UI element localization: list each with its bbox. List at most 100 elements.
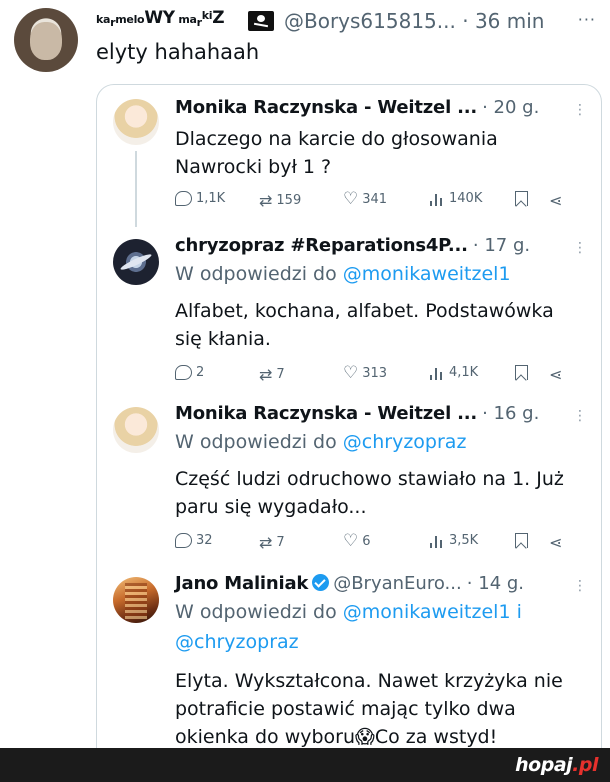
retweet-count: 7 — [276, 367, 285, 382]
mention-link[interactable]: @chryzopraz — [343, 431, 467, 453]
bookmark-icon — [515, 365, 528, 380]
retweet-button[interactable]: ⇄ 7 — [259, 365, 285, 384]
display-name[interactable]: karmeloWY markiZ — [96, 8, 225, 29]
author-name[interactable]: Monika Raczynska - Weitzel ... — [175, 403, 477, 424]
share-button[interactable]: ⋖ — [549, 365, 562, 384]
text-line: Dlaczego na karcie do głosowania — [175, 128, 498, 150]
reply-button[interactable]: 2 — [175, 365, 204, 380]
reply-count: 1,1K — [196, 191, 226, 206]
avatar[interactable] — [113, 99, 159, 145]
name-part: ki — [201, 9, 213, 22]
like-icon: ♡ — [343, 363, 359, 383]
tweet-header: Monika Raczynska - Weitzel ... · 16 g. — [175, 403, 589, 431]
views-button[interactable]: 140K — [429, 191, 482, 206]
bookmark-icon — [515, 191, 528, 206]
views-button[interactable]: 4,1K — [429, 365, 478, 380]
text-line: okienka do wyboru😱Co za wstyd! — [175, 726, 498, 748]
timestamp[interactable]: · 16 g. — [482, 403, 539, 424]
author-name[interactable]: Monika Raczynska - Weitzel ... — [175, 97, 477, 118]
like-icon: ♡ — [343, 189, 359, 209]
handle[interactable]: @BryanEuro... — [333, 573, 462, 594]
views-icon — [429, 192, 445, 206]
avatar[interactable] — [113, 577, 159, 623]
share-icon: ⋖ — [549, 533, 563, 552]
reply-prefix: W odpowiedzi do — [175, 601, 343, 623]
handle[interactable]: @Borys615815... — [284, 9, 456, 33]
share-button[interactable]: ⋖ — [549, 533, 562, 552]
retweet-button[interactable]: ⇄ 7 — [259, 533, 285, 552]
views-button[interactable]: 3,5K — [429, 533, 478, 548]
share-button[interactable]: ⋖ — [549, 191, 562, 210]
tweet-actions: 32 ⇄ 7 ♡ 6 3,5K ⋖ — [175, 533, 589, 557]
avatar[interactable] — [14, 8, 78, 72]
tweet-header: Monika Raczynska - Weitzel ... · 20 g. — [175, 97, 589, 125]
share-icon: ⋖ — [549, 365, 563, 384]
timestamp[interactable]: 36 min — [475, 9, 545, 33]
name-part: WY — [144, 8, 175, 28]
tweet-actions: 2 ⇄ 7 ♡ 313 4,1K ⋖ — [175, 365, 589, 389]
tweet-text: Alfabet, kochana, alfabet. Podstawówka s… — [175, 297, 587, 353]
views-count: 4,1K — [449, 365, 479, 380]
tweet-text: Elyta. Wykształcona. Nawet krzyżyka nie … — [175, 667, 587, 751]
reply-context-continued: @chryzopraz — [175, 631, 589, 653]
text-line: potraficie postawić mając tylko dwa — [175, 698, 516, 720]
like-icon: ♡ — [343, 531, 359, 551]
reply-prefix: W odpowiedzi do — [175, 431, 343, 453]
author-name[interactable]: chryzopraz #Reparations4P... — [175, 235, 468, 256]
more-icon[interactable]: ⋮ — [573, 409, 587, 423]
watermark-bar: hopaj.pl — [0, 748, 610, 782]
avatar[interactable] — [113, 407, 159, 453]
more-icon[interactable]: ⋮ — [573, 241, 587, 255]
timestamp[interactable]: · 17 g. — [473, 235, 530, 256]
retweet-icon: ⇄ — [259, 533, 273, 552]
more-icon[interactable]: ⋮ — [573, 103, 587, 117]
views-count: 3,5K — [449, 533, 479, 548]
text-line: Alfabet, kochana, alfabet. Podstawówka — [175, 300, 554, 322]
like-button[interactable]: ♡ 313 — [343, 363, 388, 383]
bookmark-button[interactable] — [515, 533, 528, 548]
outer-tweet-meta: @Borys615815... · 36 min — [284, 9, 544, 33]
text-line: Elyta. Wykształcona. Nawet krzyżyka nie — [175, 670, 563, 692]
bookmark-icon — [515, 533, 528, 548]
mention-link[interactable]: @monikaweitzel1 — [343, 263, 511, 285]
more-icon[interactable]: ⋮ — [573, 579, 587, 593]
reply-context: W odpowiedzi do @monikaweitzel1 i — [175, 601, 589, 623]
tweet-header: Jano Maliniak @BryanEuro... · 14 g. — [175, 573, 589, 601]
like-button[interactable]: ♡ 6 — [343, 531, 371, 551]
avatar[interactable] — [113, 239, 159, 285]
reply-prefix: W odpowiedzi do — [175, 263, 343, 285]
mention-link[interactable]: @monikaweitzel1 — [343, 601, 511, 623]
reply-count: 32 — [196, 533, 213, 548]
author-name[interactable]: Jano Maliniak — [175, 573, 308, 594]
name-part: Z — [212, 8, 225, 28]
text-line: Nawrocki był 1 ? — [175, 156, 332, 178]
text-line: się kłania. — [175, 328, 271, 350]
share-icon: ⋖ — [549, 191, 563, 210]
reply-button[interactable]: 1,1K — [175, 191, 225, 206]
more-icon[interactable]: ··· — [578, 10, 596, 29]
reply-context: W odpowiedzi do @monikaweitzel1 — [175, 263, 589, 285]
timestamp[interactable]: · 20 g. — [482, 97, 539, 118]
reply-conjunction: i — [510, 601, 522, 623]
text-line: Część ludzi odruchowo stawiało na 1. Już — [175, 468, 564, 490]
mention-link[interactable]: @chryzopraz — [175, 631, 299, 653]
retweet-icon: ⇄ — [259, 365, 273, 384]
views-icon — [429, 534, 445, 548]
tweet-text: Dlaczego na karcie do głosowania Nawrock… — [175, 125, 587, 181]
timestamp[interactable]: · 14 g. — [467, 573, 524, 594]
separator: · — [462, 9, 469, 33]
bookmark-button[interactable] — [515, 191, 528, 206]
reply-button[interactable]: 32 — [175, 533, 213, 548]
like-count: 313 — [362, 365, 388, 381]
logo-tld: .pl — [572, 754, 598, 776]
name-part: melo — [115, 13, 145, 26]
bookmark-button[interactable] — [515, 365, 528, 380]
like-button[interactable]: ♡ 341 — [343, 189, 388, 209]
retweet-button[interactable]: ⇄ 159 — [259, 191, 301, 210]
name-part: ma — [174, 13, 197, 26]
verified-badge-icon — [312, 574, 330, 591]
retweet-icon: ⇄ — [259, 191, 273, 210]
like-count: 341 — [362, 191, 388, 207]
reply-icon — [175, 533, 192, 548]
quoted-thread-card[interactable]: Monika Raczynska - Weitzel ... · 20 g. ⋮… — [96, 84, 602, 766]
